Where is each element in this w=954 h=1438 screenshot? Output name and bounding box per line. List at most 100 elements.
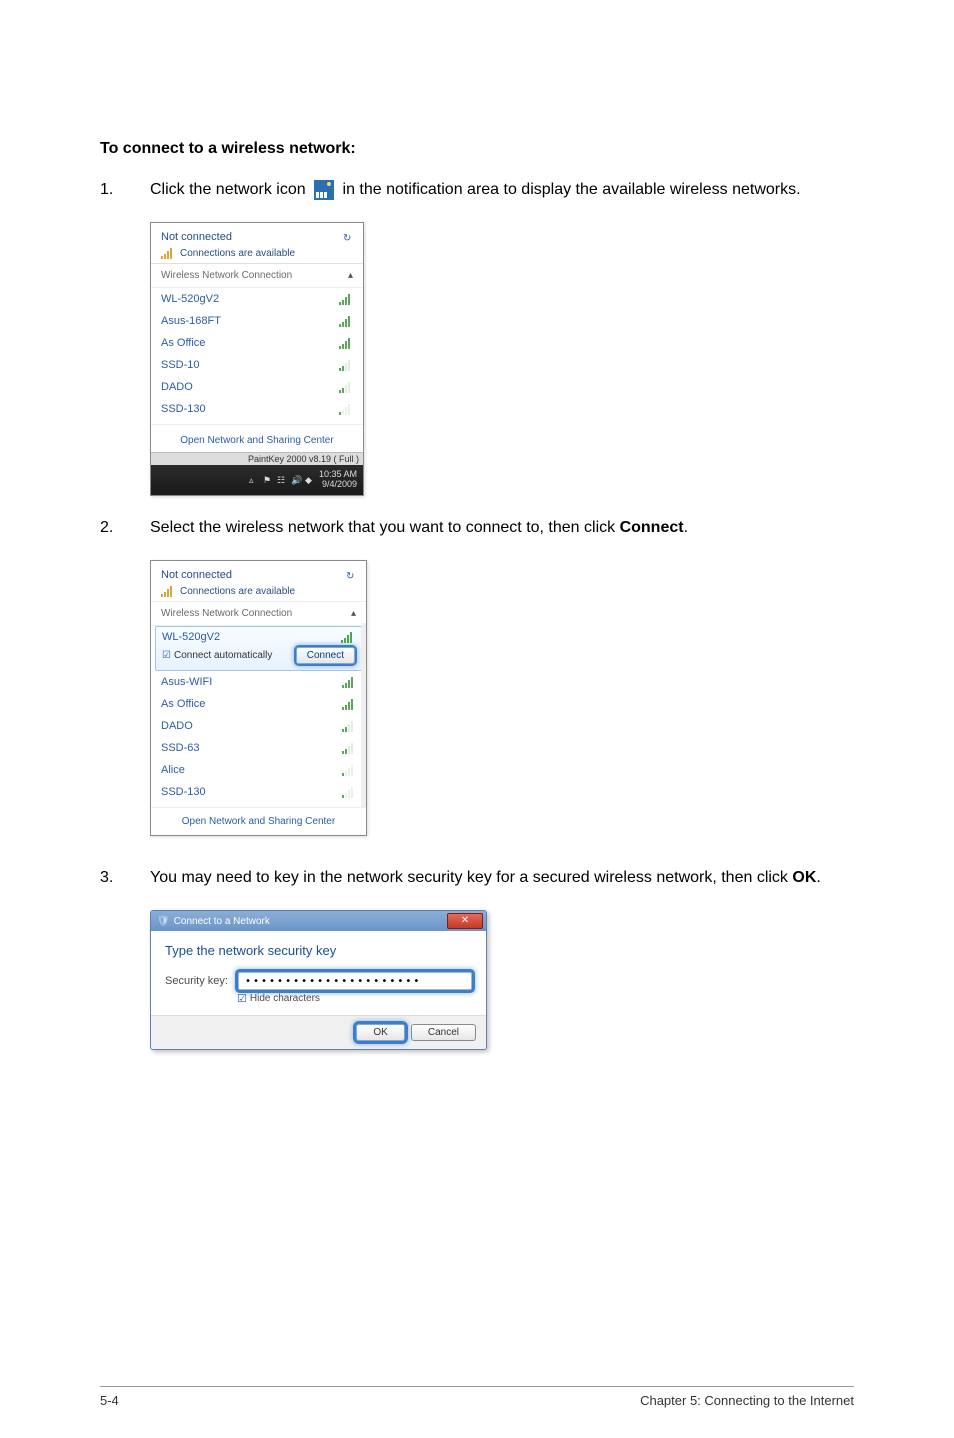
refresh-icon[interactable] [343,232,353,242]
signal-strength-icon [339,337,353,349]
network-item[interactable]: As Office [151,332,363,354]
network-item[interactable]: Asus-WIFI [151,671,366,693]
signal-strength-icon [342,720,356,732]
page-number: 5-4 [100,1393,119,1408]
signal-strength-icon [342,786,356,798]
step-1-number: 1. [100,178,150,202]
network-item[interactable]: SSD-63 [151,737,366,759]
signal-strength-icon [339,403,353,415]
connections-available-label: Connections are available [180,586,295,597]
network-item[interactable]: Asus-168FT [151,310,363,332]
network-item[interactable]: WL-520gV2 [151,288,363,310]
network-name: SSD-63 [161,742,200,754]
security-key-input[interactable] [238,972,472,990]
shield-icon: 🛡 [157,916,170,927]
step-3-text-before: You may need to key in the network secur… [150,869,792,886]
network-item[interactable]: Alice [151,759,366,781]
network-name: DADO [161,720,193,732]
selected-network[interactable]: WL-520gV2 Connect automatically Connect [155,626,362,671]
signal-strength-icon [339,359,353,371]
tray-icon[interactable]: ▵ [249,475,259,485]
step-1-text-before: Click the network icon [150,181,310,198]
network-item[interactable]: SSD-10 [151,354,363,376]
tray-shield-icon[interactable]: ◆ [305,475,315,485]
open-network-center-link[interactable]: Open Network and Sharing Center [151,807,366,835]
signal-strength-icon [342,676,356,688]
network-item[interactable]: DADO [151,715,366,737]
selected-network-name: WL-520gV2 [162,631,220,643]
dialog-titlebar: 🛡 Connect to a Network ✕ [151,911,486,931]
clock-date: 9/4/2009 [319,480,357,490]
signal-strength-icon [342,764,356,776]
network-name: WL-520gV2 [161,293,219,305]
network-name: SSD-10 [161,359,200,371]
step-3-text-after: . [816,869,820,886]
network-name: As Office [161,698,205,710]
network-name: SSD-130 [161,403,206,415]
tray-flag-icon[interactable]: ⚑ [263,475,273,485]
step-2-text: Select the wireless network that you wan… [150,516,854,540]
network-name: Asus-WIFI [161,676,212,688]
network-name: As Office [161,337,205,349]
status-bar: PaintKey 2000 v8.19 ( Full ) [151,452,363,465]
section-heading: To connect to a wireless network: [100,140,854,158]
step-1-text: Click the network icon in the notificati… [150,178,854,202]
network-flyout-connect: Not connected Connections are available … [150,560,367,836]
network-name: SSD-130 [161,786,206,798]
network-name: Asus-168FT [161,315,221,327]
taskbar: ▵ ⚑ ☷ 🔊 ◆ 10:35 AM 9/4/2009 [151,465,363,495]
signal-strength-icon [341,631,355,643]
ok-button[interactable]: OK [356,1024,404,1041]
step-1: 1. Click the network icon in the notific… [100,178,854,202]
step-3-text: You may need to key in the network secur… [150,866,854,890]
hide-characters-checkbox[interactable]: Hide characters [237,992,472,1005]
open-network-center-link[interactable]: Open Network and Sharing Center [151,424,363,452]
step-2: 2. Select the wireless network that you … [100,516,854,540]
step-3: 3. You may need to key in the network se… [100,866,854,890]
security-key-label: Security key: [165,975,228,987]
signal-strength-icon [342,742,356,754]
refresh-icon[interactable] [346,570,356,580]
step-1-text-after: in the notification area to display the … [343,181,801,198]
not-connected-label: Not connected [161,231,232,243]
page-footer: 5-4 Chapter 5: Connecting to the Interne… [100,1386,854,1408]
step-2-bold: Connect [620,519,684,536]
connect-button[interactable]: Connect [296,647,355,664]
security-key-dialog: 🛡 Connect to a Network ✕ Type the networ… [150,910,487,1050]
step-2-text-after: . [684,519,688,536]
collapse-icon[interactable]: ▴ [348,270,353,281]
signal-strength-icon [339,293,353,305]
network-item[interactable]: SSD-130 [151,398,363,420]
network-item[interactable]: As Office [151,693,366,715]
signal-strength-icon [342,698,356,710]
signal-strength-icon [339,315,353,327]
collapse-icon[interactable]: ▴ [351,608,356,619]
dialog-prompt: Type the network security key [165,943,472,958]
step-2-number: 2. [100,516,150,540]
wireless-section-header: Wireless Network Connection [161,608,292,619]
close-button[interactable]: ✕ [447,913,483,929]
network-item[interactable]: SSD-130 [151,781,366,803]
network-name: DADO [161,381,193,393]
dialog-title: Connect to a Network [174,916,270,927]
network-item[interactable]: DADO [151,376,363,398]
signal-bars-icon [161,585,175,597]
wireless-section-header: Wireless Network Connection [161,270,292,281]
chapter-title: Chapter 5: Connecting to the Internet [640,1393,854,1408]
taskbar-clock[interactable]: 10:35 AM 9/4/2009 [319,470,357,490]
signal-strength-icon [339,381,353,393]
network-tray-icon [314,180,334,200]
step-3-bold: OK [792,869,816,886]
network-name: Alice [161,764,185,776]
step-3-number: 3. [100,866,150,890]
network-flyout: Not connected Connections are available … [150,222,364,496]
connect-automatically-checkbox[interactable]: Connect automatically [162,650,272,661]
signal-bars-icon [161,247,175,259]
tray-speaker-icon[interactable]: 🔊 [291,475,301,485]
scrollbar[interactable] [361,623,366,807]
cancel-button[interactable]: Cancel [411,1024,476,1041]
tray-network-icon[interactable]: ☷ [277,475,287,485]
step-2-text-before: Select the wireless network that you wan… [150,519,620,536]
connections-available-label: Connections are available [180,248,295,259]
not-connected-label: Not connected [161,569,232,581]
